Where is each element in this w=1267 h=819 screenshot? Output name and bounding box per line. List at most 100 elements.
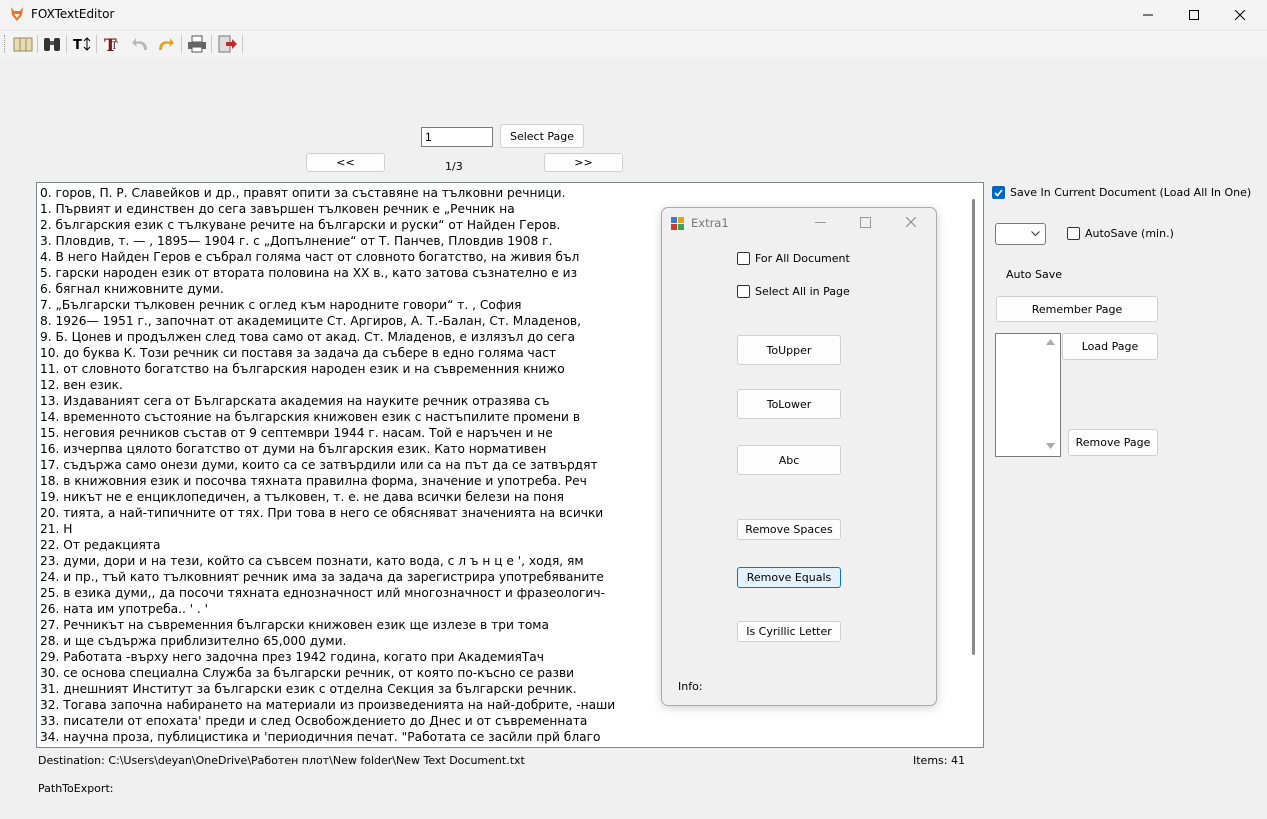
scroll-up-icon[interactable]: [1046, 339, 1055, 346]
window-title: FOXTextEditor: [31, 7, 115, 21]
dialog-minimize-icon[interactable]: [815, 222, 826, 223]
remove-equals-button[interactable]: Remove Equals: [737, 567, 841, 588]
save-in-current-checkbox[interactable]: [992, 186, 1005, 199]
editor-line: 13. Издаваният сега от Българската акаде…: [40, 394, 550, 408]
editor-line: 22. От редакцията: [40, 538, 161, 552]
autosave-status: Auto Save: [1006, 268, 1063, 281]
select-page-button[interactable]: Select Page: [500, 124, 584, 148]
save-in-current-label: Save In Current Document (Load All In On…: [1010, 186, 1252, 199]
scroll-down-icon[interactable]: [1046, 443, 1055, 450]
editor-line: 17. съдържа само онези думи, които са се…: [40, 458, 598, 472]
toolbar-separator: [211, 35, 212, 53]
exit-button[interactable]: [216, 33, 238, 55]
editor-line: 12. вен език.: [40, 378, 123, 392]
toolbar-separator: [66, 35, 67, 53]
editor-line: 25. в езика думи,, да посочи тяхната едн…: [40, 586, 605, 600]
font-button[interactable]: TT: [101, 33, 123, 55]
toolbar-separator: [242, 35, 243, 53]
fox-app-icon: [11, 7, 23, 21]
remember-page-button[interactable]: Remember Page: [996, 296, 1158, 322]
editor-line: 9. Б. Цонев и продължен след това само о…: [40, 330, 576, 344]
remove-spaces-button[interactable]: Remove Spaces: [737, 519, 841, 540]
open-icon: [13, 37, 33, 52]
checkmark-icon: [994, 188, 1003, 197]
dialog-title: Extra1: [691, 216, 729, 230]
editor-line: 2. българския език с тълкуване речите на…: [40, 218, 561, 232]
select-all-in-page-label: Select All in Page: [755, 285, 850, 298]
print-button[interactable]: [186, 33, 208, 55]
editor-line: 5. гарски народен език от втората полови…: [40, 266, 578, 280]
next-page-button[interactable]: >>: [544, 153, 623, 172]
editor-line: 33. писатели от епохата' преди и след Ос…: [40, 714, 588, 728]
editor-line: 21. Н: [40, 522, 73, 536]
dialog-close-icon[interactable]: [906, 217, 916, 227]
minimize-button[interactable]: [1125, 0, 1171, 30]
redo-button[interactable]: [154, 33, 176, 55]
chevron-down-icon: [1031, 231, 1040, 237]
editor-line: 16. изчерпва цялото богатство от думи на…: [40, 442, 547, 456]
editor-line: 18. в книжовния език и посочва тяхната п…: [40, 474, 587, 488]
for-all-document-checkbox[interactable]: [737, 252, 750, 265]
is-cyrillic-letter-button[interactable]: Is Cyrillic Letter: [737, 621, 841, 642]
editor-line: 8. 1926— 1951 г., започнат от академицит…: [40, 314, 581, 328]
editor-line: 6. бягнал книжовните думи.: [40, 282, 224, 296]
editor-line: 23. думи, дори и на тези, който са съвсе…: [40, 554, 584, 568]
previous-page-button[interactable]: <<: [306, 153, 385, 172]
dialog-maximize-icon[interactable]: [860, 217, 871, 228]
to-lower-button[interactable]: ToLower: [737, 389, 841, 419]
title-bar: [0, 0, 1267, 31]
text-size-button[interactable]: T: [71, 33, 93, 55]
autosave-checkbox[interactable]: [1067, 227, 1080, 240]
editor-line: 0. горов, П. Р. Славейков и др., правят …: [40, 186, 566, 200]
remove-page-button[interactable]: Remove Page: [1068, 429, 1158, 456]
editor-line: 31. днешният Институт за български език …: [40, 682, 577, 696]
exit-icon: [218, 35, 237, 53]
editor-line: 26. ната им употреба.. ' . ': [40, 602, 209, 616]
redo-icon: [159, 38, 174, 50]
toolbar-separator: [181, 35, 182, 53]
maximize-icon: [1189, 10, 1199, 20]
editor-scrollbar[interactable]: [972, 199, 975, 655]
page-number-input[interactable]: [421, 127, 493, 147]
abc-button[interactable]: Abc: [737, 445, 841, 475]
saved-pages-list[interactable]: [995, 333, 1061, 457]
editor-line: 4. В него Найден Геров е събрал голяма ч…: [40, 250, 580, 264]
toolbar-separator: [37, 35, 38, 53]
toolbar-separator: [96, 35, 97, 53]
find-button[interactable]: [41, 33, 63, 55]
open-button[interactable]: [12, 33, 34, 55]
close-icon: [1235, 10, 1245, 20]
undo-button[interactable]: [130, 33, 152, 55]
app-window-icon: [671, 217, 684, 230]
editor-line: 7. „Български тълковен речник с оглед къ…: [40, 298, 522, 312]
for-all-document-label: For All Document: [755, 252, 850, 265]
autosave-label: AutoSave (min.): [1085, 227, 1174, 240]
undo-icon: [132, 38, 147, 50]
page-indicator: 1/3: [445, 160, 463, 173]
extra1-dialog: Extra1 For All Document Select All in Pa…: [661, 207, 937, 706]
editor-line: 24. и пр., тъй като тълковният речник им…: [40, 570, 604, 584]
svg-text:T: T: [111, 41, 118, 52]
select-all-in-page-checkbox[interactable]: [737, 285, 750, 298]
maximize-button[interactable]: [1171, 0, 1217, 30]
editor-line: 34. научна проза, публицистика и 'период…: [40, 730, 601, 744]
path-to-export: PathToExport:: [38, 782, 114, 795]
printer-icon: [188, 35, 206, 53]
text-size-icon: T: [73, 37, 91, 53]
editor-lines: 0. горов, П. Р. Славейков и др., правят …: [40, 185, 615, 745]
editor-line: 30. се основа специална Служба за българ…: [40, 666, 575, 680]
minimize-icon: [1143, 14, 1153, 16]
info-label: Info:: [678, 680, 703, 693]
close-button[interactable]: [1217, 0, 1263, 30]
editor-line: 27. Речникът на съвременния български кн…: [40, 618, 549, 632]
to-upper-button[interactable]: ToUpper: [737, 335, 841, 365]
editor-line: 1. Първият и единствен до сега завършен …: [40, 202, 515, 216]
editor-line: 20. тията, а най-типичните от тях. При т…: [40, 506, 604, 520]
toolbar-grip: [4, 35, 7, 53]
font-icon: TT: [104, 36, 118, 53]
load-page-button[interactable]: Load Page: [1062, 333, 1158, 360]
binoculars-icon: [44, 38, 60, 51]
editor-line: 29. Работата -върху него задочна през 19…: [40, 650, 544, 664]
autosave-minutes-select[interactable]: [995, 223, 1046, 245]
editor-line: 11. от словното богатство на българския …: [40, 362, 565, 376]
